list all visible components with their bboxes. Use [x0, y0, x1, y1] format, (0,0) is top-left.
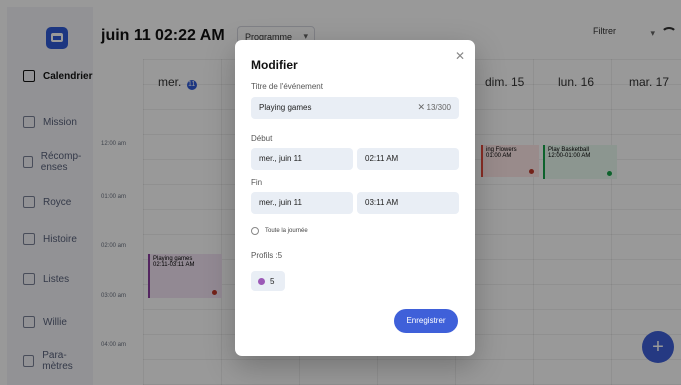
char-count: 13/300	[426, 103, 451, 112]
radio-icon[interactable]	[251, 227, 259, 235]
modal-title: Modifier	[251, 58, 298, 72]
save-button[interactable]: Enregistrer	[394, 309, 458, 333]
start-date-field[interactable]: mer., juin 11	[251, 148, 353, 170]
end-date-field[interactable]: mer., juin 11	[251, 192, 353, 214]
edit-event-modal: ✕ Modifier Titre de l'événement Playing …	[235, 40, 475, 356]
clear-input-icon[interactable]: ✕	[417, 102, 425, 113]
end-label: Fin	[251, 178, 263, 187]
close-icon[interactable]: ✕	[455, 49, 465, 63]
all-day-label: Toute la journée	[265, 228, 308, 234]
all-day-toggle[interactable]: Toute la journée	[251, 227, 308, 235]
event-title-label: Titre de l'événement	[251, 82, 323, 91]
profile-dot-icon	[258, 277, 265, 285]
profiles-label: Profils :5	[251, 251, 283, 260]
end-time-field[interactable]: 03:11 AM	[357, 192, 459, 214]
start-label: Début	[251, 134, 273, 143]
profile-chip[interactable]: 5	[251, 271, 285, 291]
profile-count: 5	[270, 276, 275, 286]
start-time-field[interactable]: 02:11 AM	[357, 148, 459, 170]
event-title-input[interactable]: Playing games ✕ 13/300	[251, 97, 459, 119]
